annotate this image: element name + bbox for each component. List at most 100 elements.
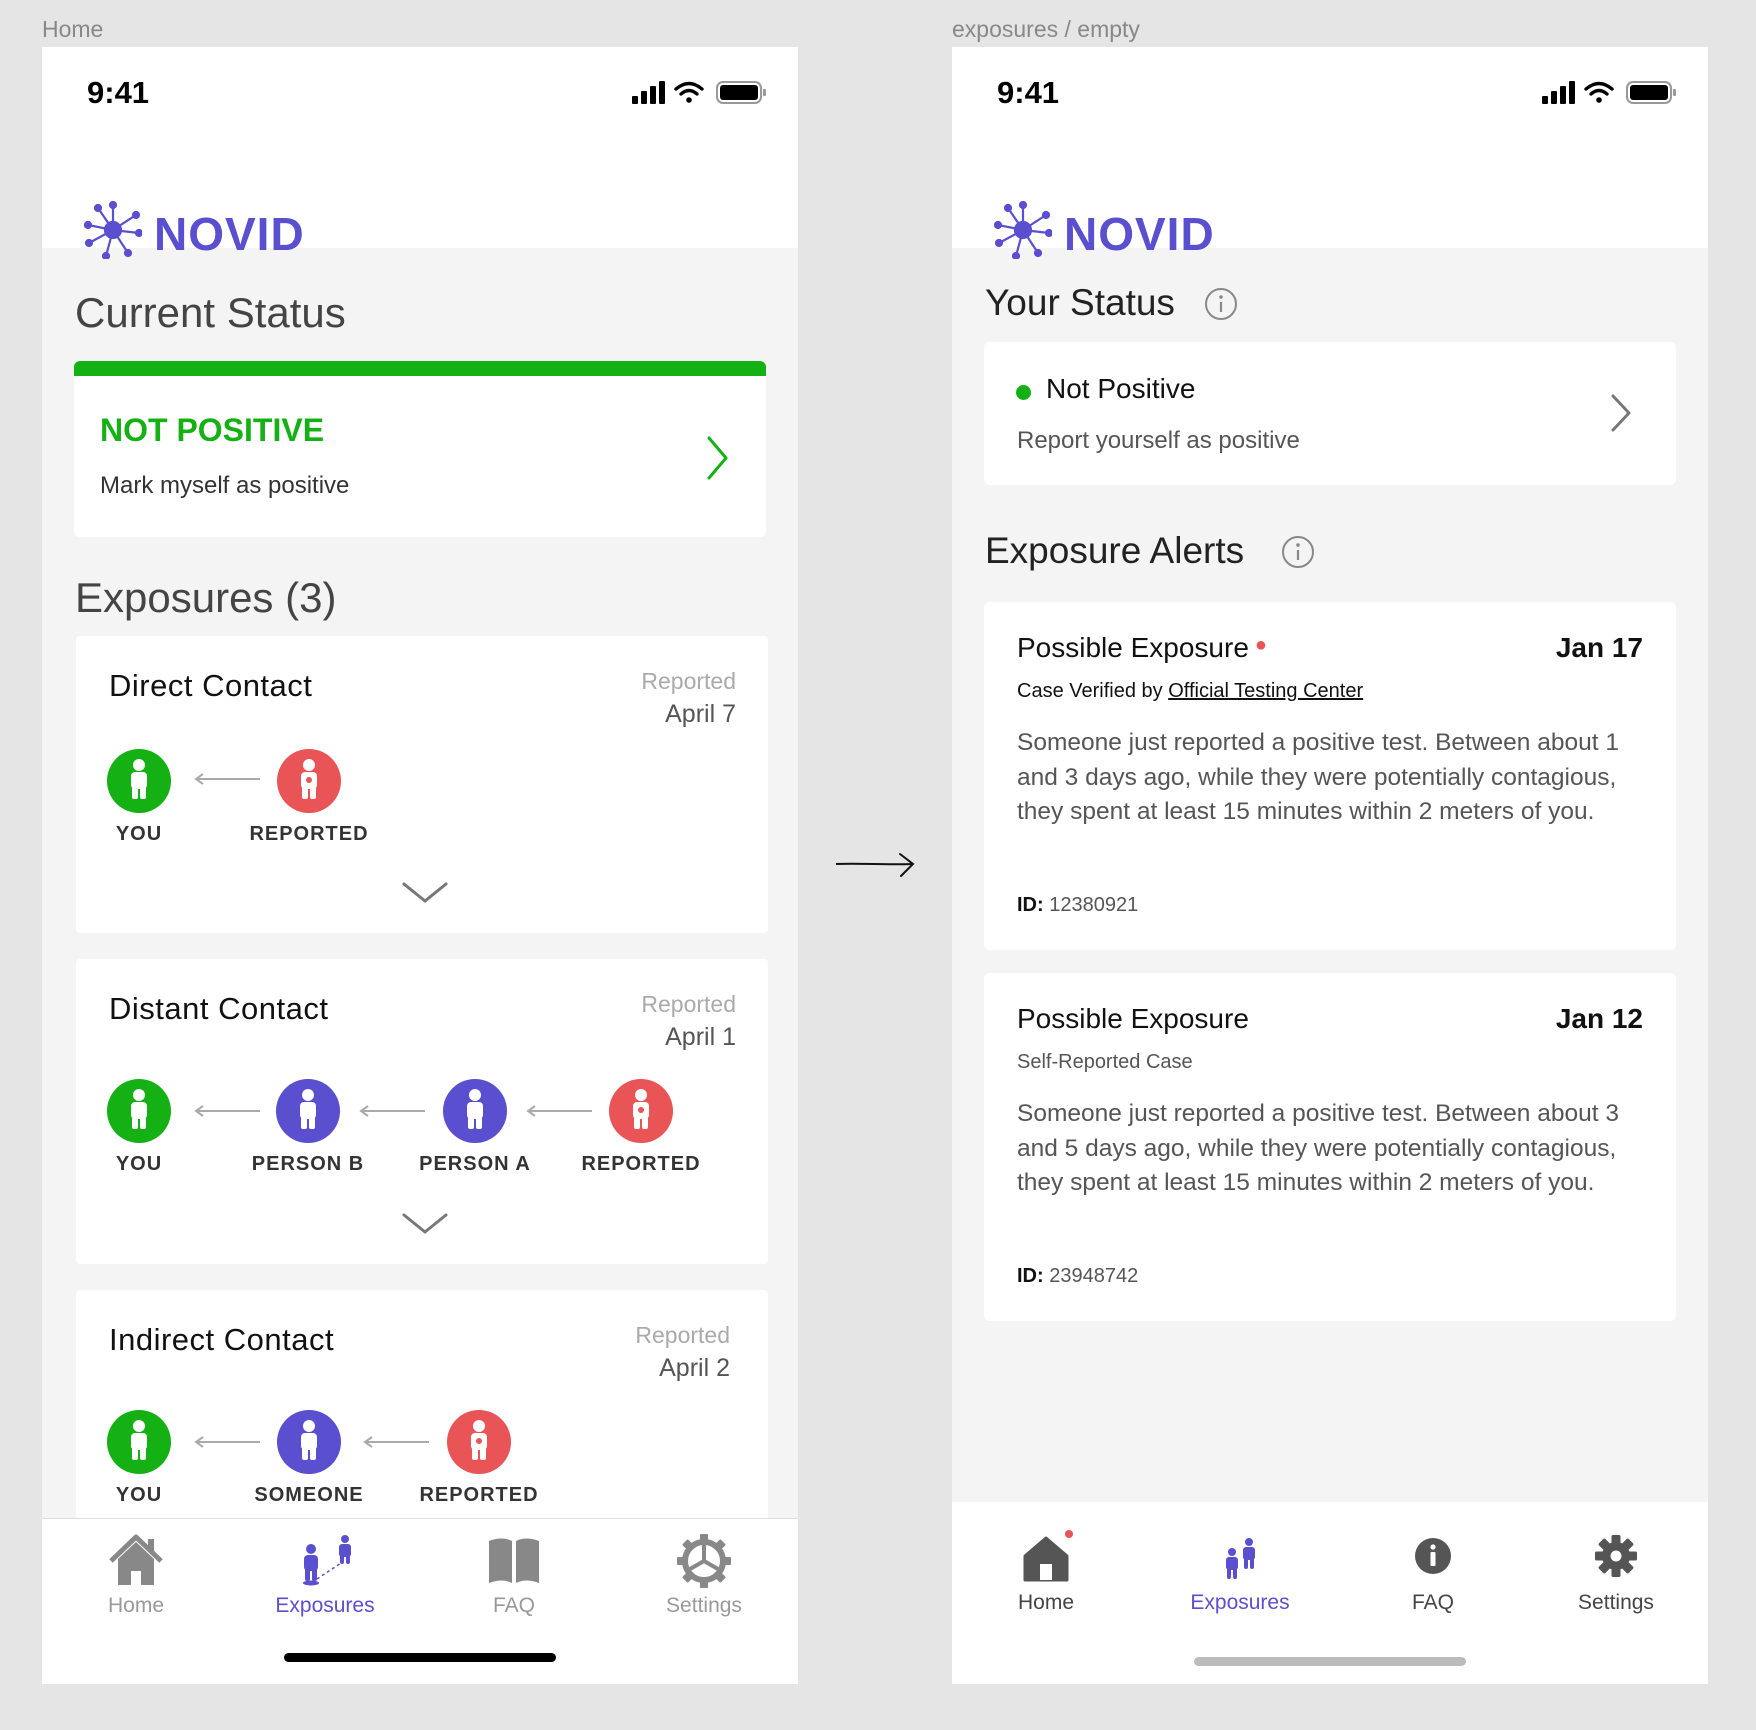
alert-id: ID: 12380921: [1017, 894, 1138, 917]
exposure-alert-card[interactable]: Possible Exposure Jan 12 Self-Reported C…: [984, 973, 1676, 1321]
reported-label: Reported: [641, 991, 736, 1017]
left-arrow-icon: [363, 1436, 429, 1448]
chain-label: YOU: [115, 1484, 163, 1506]
tab-home[interactable]: Home: [966, 1530, 1126, 1615]
info-icon[interactable]: [1281, 535, 1315, 569]
left-arrow-icon: [194, 773, 260, 785]
person-reported-icon: [447, 1410, 511, 1474]
system-status-icons: [632, 79, 772, 110]
clock: 9:41: [87, 75, 150, 110]
gear-icon: [1595, 1535, 1637, 1577]
novid-logo-icon: [994, 201, 1052, 259]
tab-settings[interactable]: Settings: [1536, 1530, 1696, 1615]
official-testing-center-link[interactable]: Official Testing Center: [1168, 680, 1363, 702]
gear-icon: [677, 1534, 731, 1588]
chevron-right-icon[interactable]: [1610, 393, 1632, 433]
chain-label: SOMEONE: [254, 1484, 364, 1506]
tab-faq[interactable]: FAQ: [1353, 1530, 1513, 1615]
tab-label: Home: [1017, 1591, 1075, 1614]
person-reported-icon: [277, 749, 341, 813]
app-logo-text: NOVID: [154, 208, 305, 260]
tab-label: Settings: [666, 1594, 742, 1617]
left-arrow-icon: [194, 1105, 260, 1117]
chain-label: YOU: [115, 823, 163, 845]
house-icon: [109, 1534, 163, 1585]
person-someone-icon: [277, 1410, 341, 1474]
alert-date: Jan 12: [1555, 1003, 1643, 1034]
chevron-down-icon[interactable]: [402, 1212, 448, 1236]
tab-home[interactable]: Home: [56, 1533, 216, 1618]
exposures-heading: Exposures (3): [75, 574, 337, 621]
mark-positive-link[interactable]: Mark myself as positive: [100, 472, 349, 500]
wifi-icon: [674, 81, 704, 103]
alert-source: Self-Reported Case: [1017, 1051, 1193, 1073]
alert-id-value: 23948742: [1049, 1265, 1139, 1287]
battery-icon: [1626, 81, 1676, 104]
chain-label: REPORTED: [581, 1153, 701, 1175]
status-card[interactable]: Not Positive Report yourself as positive: [984, 342, 1676, 485]
status-dot: [1016, 385, 1031, 400]
alert-source: Case Verified by Official Testing Center: [1017, 680, 1363, 703]
tab-exposures[interactable]: Exposures: [1160, 1530, 1320, 1615]
person-you-icon: [107, 1410, 171, 1474]
alert-id: ID: 23948742: [1017, 1265, 1138, 1288]
alert-id-value: 12380921: [1049, 894, 1139, 916]
cellular-signal-icon: [1542, 81, 1575, 104]
home-indicator[interactable]: [1194, 1657, 1466, 1666]
tab-faq[interactable]: FAQ: [434, 1533, 594, 1618]
reported-date: April 2: [659, 1354, 730, 1382]
person-b-icon: [276, 1079, 340, 1143]
exposure-card-indirect[interactable]: Indirect Contact Reported April 2 YOU SO…: [76, 1290, 768, 1520]
alert-title-text: Possible Exposure: [1017, 1003, 1249, 1034]
alert-title: Possible Exposure ●: [1017, 632, 1267, 664]
ios-status-bar: 9:41: [42, 47, 798, 157]
chain-label: PERSON B: [251, 1153, 365, 1175]
status-title: NOT POSITIVE: [100, 412, 325, 448]
unread-dot-icon: ●: [1254, 634, 1267, 656]
left-arrow-icon: [526, 1105, 592, 1117]
tab-exposures[interactable]: Exposures: [245, 1533, 405, 1618]
info-icon[interactable]: [1204, 287, 1238, 321]
status-card[interactable]: NOT POSITIVE Mark myself as positive: [74, 361, 766, 537]
wifi-icon: [1584, 81, 1614, 103]
battery-icon: [716, 81, 766, 104]
report-positive-link[interactable]: Report yourself as positive: [1017, 427, 1300, 455]
frame-label-exposures-empty: exposures / empty: [952, 16, 1140, 42]
alert-date: Jan 17: [1555, 632, 1643, 663]
status-title: Not Positive: [1046, 373, 1196, 404]
exposure-card-direct[interactable]: Direct Contact Reported April 7 YOU REPO…: [76, 636, 768, 933]
cellular-signal-icon: [632, 81, 665, 104]
exposure-alert-card[interactable]: Possible Exposure ● Jan 17 Case Verified …: [984, 602, 1676, 950]
person-reported-icon: [609, 1079, 673, 1143]
tab-label: Home: [107, 1594, 165, 1617]
chevron-right-icon[interactable]: [706, 435, 730, 481]
info-icon: [1415, 1538, 1451, 1574]
tab-label: Exposures: [275, 1594, 375, 1617]
people-icon: [1226, 1538, 1255, 1579]
tab-label: Settings: [1578, 1591, 1654, 1614]
home-screen: 9:41 NOVID Current Status NOT POSITIVE M…: [42, 47, 798, 1684]
app-header: NOVID: [42, 157, 798, 260]
alert-body: Someone just reported a positive test. B…: [1017, 729, 1619, 825]
app-header: NOVID: [952, 157, 1708, 260]
exposure-card-distant[interactable]: Distant Contact Reported April 1 YOU PER…: [76, 959, 768, 1264]
left-arrow-icon: [194, 1436, 260, 1448]
chain-label: REPORTED: [249, 823, 369, 845]
chain-label: PERSON A: [419, 1153, 531, 1175]
exposure-title: Distant Contact: [109, 991, 329, 1026]
chain-label: REPORTED: [419, 1484, 539, 1506]
tab-settings[interactable]: Settings: [624, 1533, 784, 1618]
tab-bar: Home Exposures FAQ Settings: [42, 1518, 798, 1684]
alert-body: Someone just reported a positive test. B…: [1017, 1100, 1619, 1196]
novid-logo-icon: [84, 201, 142, 259]
transition-arrow-icon: [835, 853, 915, 877]
system-status-icons: [1542, 79, 1682, 110]
alert-id-label: ID:: [1017, 1265, 1044, 1287]
left-arrow-icon: [359, 1105, 425, 1117]
reported-label: Reported: [635, 1322, 730, 1348]
app-logo-text: NOVID: [1064, 208, 1215, 260]
home-indicator[interactable]: [284, 1653, 556, 1662]
chevron-down-icon[interactable]: [402, 881, 448, 905]
ios-status-bar: 9:41: [952, 47, 1708, 157]
person-a-icon: [443, 1079, 507, 1143]
